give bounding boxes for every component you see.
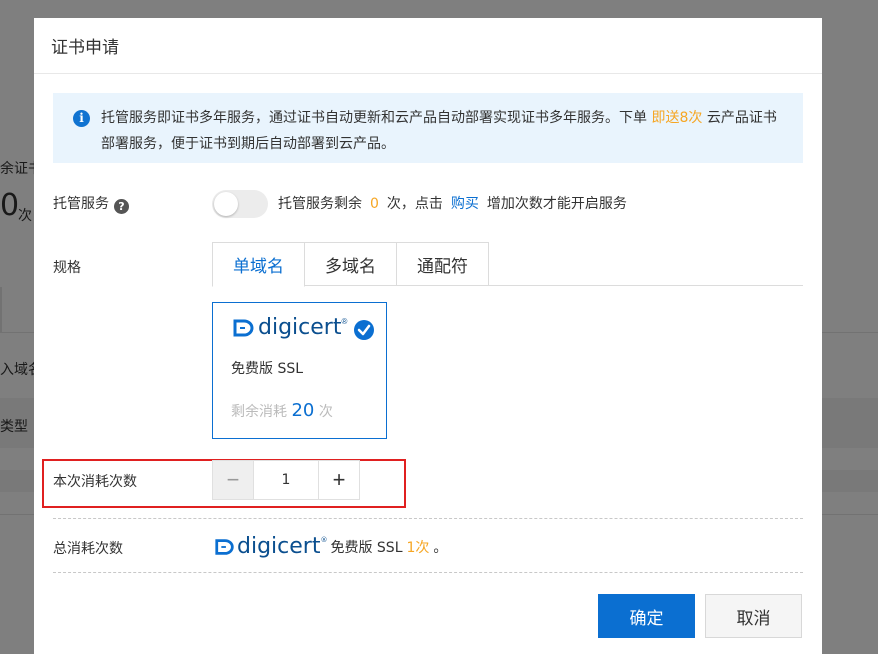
digicert-mark-icon <box>215 538 234 555</box>
cancel-button[interactable]: 取消 <box>705 594 802 638</box>
hosting-remaining-count: 0 <box>370 196 379 212</box>
hosting-label-text: 托管服务 <box>53 196 109 212</box>
total-count: 1次 <box>406 539 430 556</box>
total-label: 总消耗次数 <box>53 541 123 557</box>
total-product: 免费版 SSL <box>330 539 403 556</box>
dialog-header: 证书申请 <box>34 18 822 74</box>
product-card-free-ssl[interactable]: digicert ® 免费版 SSL 剩余消耗 20 次 <box>212 302 387 439</box>
hosting-label: 托管服务? <box>53 193 129 214</box>
notice-text-part1: 托管服务即证书多年服务，通过证书自动更新和云产品自动部署实现证书多年服务。下单 <box>101 110 652 126</box>
hosting-text-suffix: 增加次数才能开启服务 <box>486 196 627 212</box>
hosting-toggle[interactable] <box>212 190 268 218</box>
hosting-text-mid: 次，点击 <box>386 196 443 212</box>
tab-single-domain[interactable]: 单域名 <box>212 242 305 287</box>
digicert-logo: digicert ® <box>232 315 347 340</box>
tab-wildcard[interactable]: 通配符 <box>397 242 489 286</box>
hosting-status-text: 托管服务剩余 0 次，点击 购买 增加次数才能开启服务 <box>278 193 627 213</box>
digicert-mark-icon <box>233 319 254 336</box>
remain-count: 20 <box>291 400 315 421</box>
remain-unit: 次 <box>318 404 333 420</box>
certificate-apply-dialog: 证书申请 i 托管服务即证书多年服务，通过证书自动更新和云产品自动部署实现证书多… <box>34 18 822 654</box>
info-icon: i <box>73 110 90 127</box>
total-summary: digicert ® 免费版 SSL 1次 。 <box>214 534 447 559</box>
toggle-knob <box>214 192 238 216</box>
product-name: 免费版 SSL <box>231 361 304 377</box>
digicert-wordmark: digicert <box>237 534 321 559</box>
product-remaining: 剩余消耗 20 次 <box>231 400 333 421</box>
digicert-wordmark: digicert <box>258 315 342 340</box>
confirm-button[interactable]: 确定 <box>598 594 695 638</box>
quantity-input[interactable]: 1 <box>253 461 319 499</box>
buy-link[interactable]: 购买 <box>451 196 479 212</box>
remain-label: 剩余消耗 <box>231 404 287 420</box>
consume-label: 本次消耗次数 <box>53 474 137 490</box>
check-icon <box>354 320 374 340</box>
spec-label: 规格 <box>53 260 81 276</box>
divider <box>53 518 803 519</box>
quantity-stepper: − 1 + <box>212 460 360 500</box>
hosting-remaining-prefix: 托管服务剩余 <box>278 196 362 212</box>
divider <box>53 572 803 573</box>
plus-icon[interactable]: + <box>319 461 359 499</box>
dialog-title: 证书申请 <box>51 38 119 58</box>
spec-tabs: 单域名 多域名 通配符 <box>212 242 803 287</box>
total-end: 。 <box>433 539 448 556</box>
help-icon[interactable]: ? <box>114 199 129 214</box>
notice-highlight: 即送8次 <box>651 110 703 126</box>
minus-icon[interactable]: − <box>213 461 253 499</box>
tab-multi-domain[interactable]: 多域名 <box>305 242 397 286</box>
hosting-notice: i 托管服务即证书多年服务，通过证书自动更新和云产品自动部署实现证书多年服务。下… <box>53 93 803 163</box>
